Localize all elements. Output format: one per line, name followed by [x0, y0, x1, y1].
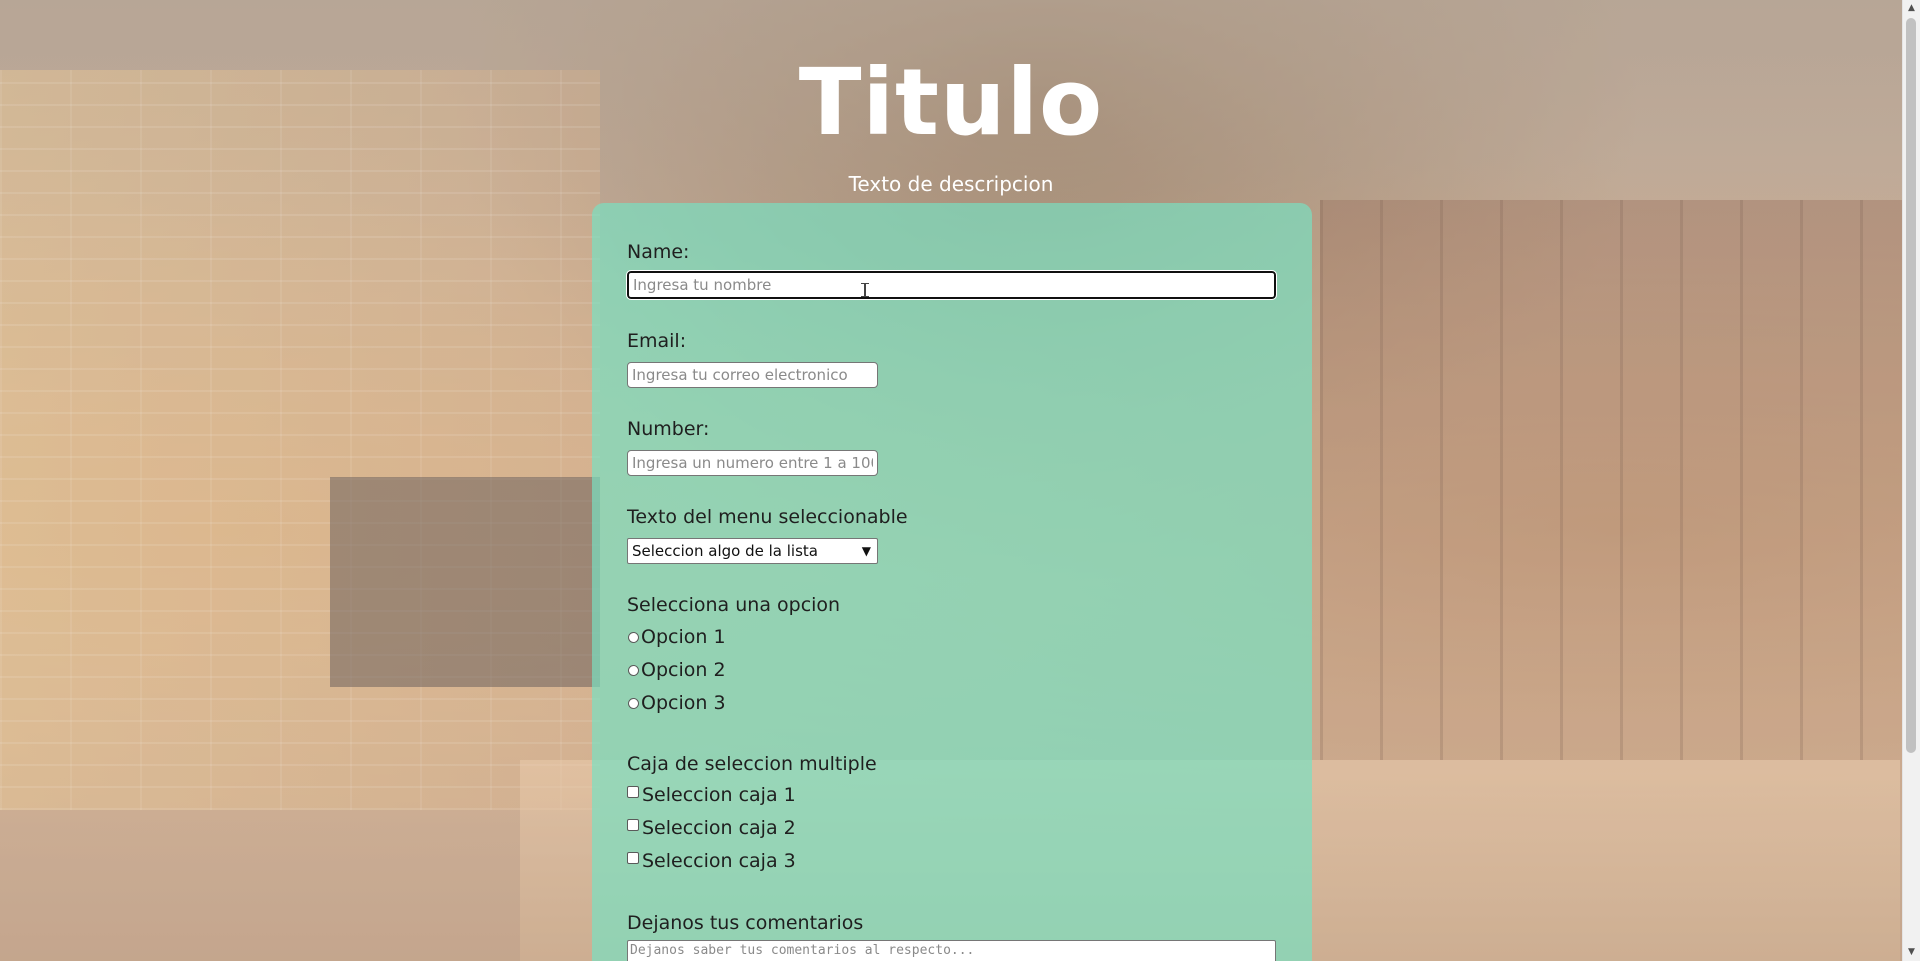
checkbox[interactable]: [627, 819, 639, 831]
radio-option-1[interactable]: Opcion 1: [627, 625, 726, 649]
radio-button[interactable]: [628, 631, 639, 643]
chevron-down-icon: ▼: [861, 544, 871, 558]
radio-option-3[interactable]: Opcion 3: [627, 691, 726, 715]
select-value: Seleccion algo de la lista: [632, 542, 818, 560]
number-input[interactable]: [627, 450, 878, 476]
checkbox-option-label: Seleccion caja 1: [642, 784, 796, 806]
radio-option-label: Opcion 2: [641, 659, 726, 681]
radio-option-2[interactable]: Opcion 2: [627, 658, 726, 682]
page-subtitle: Texto de descripcion: [848, 172, 1054, 196]
radio-button[interactable]: [628, 697, 639, 709]
email-input[interactable]: [627, 362, 878, 388]
name-label: Name:: [627, 241, 690, 263]
radio-button[interactable]: [628, 664, 639, 676]
checkbox[interactable]: [627, 852, 639, 864]
checkbox-option-3[interactable]: Seleccion caja 3: [627, 849, 796, 873]
scrollbar-thumb[interactable]: [1906, 18, 1916, 753]
radio-option-label: Opcion 3: [641, 692, 726, 714]
comments-textarea[interactable]: [627, 940, 1276, 961]
option-select[interactable]: Seleccion algo de la lista ▼: [627, 538, 878, 564]
email-label: Email:: [627, 330, 687, 352]
checkbox-group-label: Caja de seleccion multiple: [627, 753, 877, 775]
checkbox-option-label: Seleccion caja 2: [642, 817, 796, 839]
vertical-scrollbar[interactable]: ▲ ▼: [1902, 0, 1920, 961]
dropdown-label: Texto del menu seleccionable: [627, 506, 908, 528]
checkbox[interactable]: [627, 786, 639, 798]
checkbox-option-1[interactable]: Seleccion caja 1: [627, 783, 796, 807]
number-label: Number:: [627, 418, 710, 440]
checkbox-option-label: Seleccion caja 3: [642, 850, 796, 872]
text-cursor-icon: [861, 283, 869, 297]
scroll-up-arrow-icon[interactable]: ▲: [1903, 0, 1920, 17]
radio-group-label: Selecciona una opcion: [627, 594, 841, 616]
contact-form: Name: Email: Number: Texto del menu sele…: [592, 203, 1312, 961]
scroll-down-arrow-icon[interactable]: ▼: [1903, 944, 1920, 961]
page-title: Titulo: [798, 49, 1104, 156]
comments-label: Dejanos tus comentarios: [627, 912, 864, 934]
name-input[interactable]: [626, 270, 1277, 300]
radio-option-label: Opcion 1: [641, 626, 726, 648]
checkbox-option-2[interactable]: Seleccion caja 2: [627, 816, 796, 840]
background-image: Titulo Texto de descripcion Name: Email:…: [0, 0, 1902, 961]
